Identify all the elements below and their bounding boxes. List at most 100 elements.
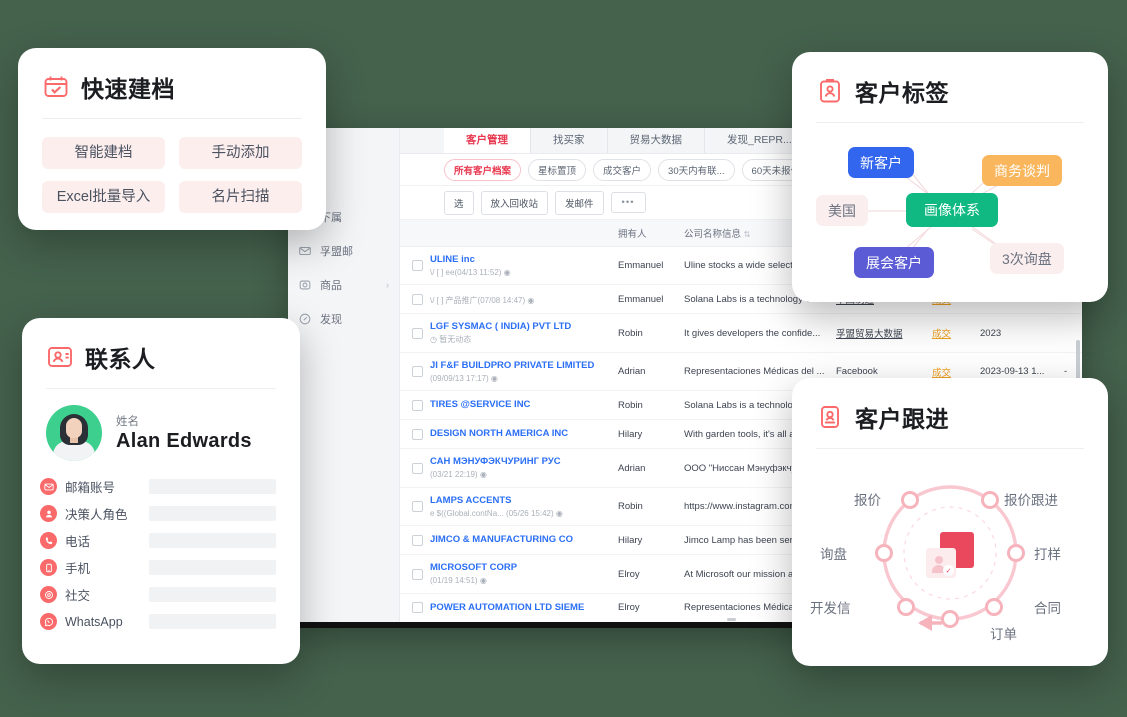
contact-field-row[interactable]: 电话	[40, 527, 276, 554]
header-owner: 拥有人	[614, 220, 680, 247]
follow-step-quote-followup[interactable]: 报价跟进	[1004, 489, 1058, 509]
row-company-name[interactable]: DESIGN NORTH AMERICA INC	[430, 428, 610, 440]
row-company-cell[interactable]: MICROSOFT CORP (01/19 14:51) ◉	[426, 554, 614, 594]
row-owner: Emmanuel	[614, 246, 680, 286]
row-checkbox-cell[interactable]	[400, 554, 426, 594]
follow-cycle-graph: 报价 报价跟进 询盘 打样 开发信 合同 订单 ✓	[792, 455, 1108, 655]
row-checkbox-cell[interactable]	[400, 246, 426, 286]
row-checkbox[interactable]	[412, 399, 423, 411]
row-company-cell[interactable]: LGF SYSMAC ( INDIA) PVT LTD ◷ 暂无动态	[426, 313, 614, 353]
row-owner: Robin	[614, 390, 680, 421]
sidebar-item-mail[interactable]: 孚盟邮	[288, 234, 399, 268]
row-company-cell[interactable]: DESIGN NORTH AMERICA INC	[426, 419, 614, 450]
row-checkbox[interactable]	[412, 327, 423, 339]
more-actions-button[interactable]: •••	[610, 192, 646, 213]
row-checkbox-cell[interactable]	[400, 313, 426, 353]
sidebar-item-product[interactable]: 商品 ›	[288, 268, 399, 302]
row-company-name[interactable]: ULINE inc	[430, 254, 610, 266]
contact-field-value[interactable]	[149, 560, 276, 575]
row-checkbox-cell[interactable]	[400, 284, 426, 315]
row-company-name[interactable]: POWER AUTOMATION LTD SIEME	[430, 602, 610, 614]
filter-chip-closed[interactable]: 成交客户	[593, 158, 652, 181]
row-checkbox[interactable]	[412, 293, 423, 305]
contact-card-icon	[46, 343, 74, 371]
row-company-cell[interactable]: САН МЭНУФЭКЧУРИНГ РУС (03/21 22:19) ◉	[426, 448, 614, 488]
filter-chip-starred[interactable]: 星标置顶	[528, 158, 587, 181]
row-company-name[interactable]: JI F&F BUILDPRO PRIVATE LIMITED	[430, 360, 610, 372]
table-row[interactable]: LGF SYSMAC ( INDIA) PVT LTD ◷ 暂无动态 Robin It…	[400, 313, 1082, 353]
tag-graph: 新客户 商务谈判 美国 画像体系 展会客户 3次询盘	[810, 133, 1090, 293]
contact-field-list: 邮箱账号 决策人角色 电话 手机 社交 WhatsApp	[22, 461, 300, 635]
customer-tags-header: 客户标签	[792, 52, 1108, 108]
row-checkbox-cell[interactable]	[400, 448, 426, 488]
row-checkbox-cell[interactable]	[400, 419, 426, 450]
contact-field-row[interactable]: 邮箱账号	[40, 473, 276, 500]
row-company-name[interactable]: САН МЭНУФЭКЧУРИНГ РУС	[430, 456, 610, 468]
contact-field-value[interactable]	[149, 479, 276, 494]
row-company-cell[interactable]: ULINE inc \/ [ ] ee(04/13 11:52) ◉	[426, 246, 614, 286]
row-checkbox[interactable]	[412, 366, 423, 378]
follow-step-quote[interactable]: 报价	[854, 489, 881, 509]
tab-trade-bigdata[interactable]: 贸易大数据	[608, 128, 705, 153]
customer-tags-card: 客户标签 新客户 商务谈判 美国 画像体系 展会客户 3次询盘	[792, 52, 1108, 302]
tag-new-customer[interactable]: 新客户	[848, 147, 914, 178]
row-company-cell[interactable]: JI F&F BUILDPRO PRIVATE LIMITED (09/09/13…	[426, 352, 614, 392]
row-checkbox[interactable]	[412, 534, 423, 546]
contact-field-row[interactable]: WhatsApp	[40, 608, 276, 635]
move-to-trash-button[interactable]: 放入回收站	[480, 190, 549, 215]
select-button[interactable]: 选	[444, 190, 474, 215]
tag-profile-system[interactable]: 画像体系	[906, 193, 998, 227]
row-company-name[interactable]: MICROSOFT CORP	[430, 562, 610, 574]
manual-add-button[interactable]: 手动添加	[179, 137, 302, 169]
contact-field-row[interactable]: 社交	[40, 581, 276, 608]
row-checkbox-cell[interactable]	[400, 352, 426, 392]
smart-archive-button[interactable]: 智能建档	[42, 137, 165, 169]
row-checkbox-cell[interactable]	[400, 525, 426, 556]
row-company-name[interactable]: TIRES @SERVICE INC	[430, 399, 610, 411]
sidebar-item-discover[interactable]: 发现	[288, 302, 399, 336]
contact-field-value[interactable]	[149, 533, 276, 548]
follow-step-contract[interactable]: 合同	[1034, 597, 1061, 617]
row-company-name[interactable]: LGF SYSMAC ( INDIA) PVT LTD	[430, 321, 610, 333]
row-checkbox[interactable]	[412, 462, 423, 474]
row-checkbox-cell[interactable]	[400, 487, 426, 527]
card-scan-button[interactable]: 名片扫描	[179, 181, 302, 213]
tag-exhibition-customer[interactable]: 展会客户	[854, 247, 934, 278]
row-company-name[interactable]: JIMCO & MANUFACTURING CO	[430, 534, 610, 546]
divider	[816, 122, 1084, 123]
row-checkbox[interactable]	[412, 568, 423, 580]
tag-business-negotiation[interactable]: 商务谈判	[982, 155, 1062, 186]
follow-step-sampling[interactable]: 打样	[1034, 543, 1061, 563]
social-icon	[40, 586, 57, 603]
tab-customer-management[interactable]: 客户管理	[444, 128, 531, 153]
sort-icon[interactable]: ⇅	[744, 230, 751, 239]
filter-chip-contacted-30d[interactable]: 30天内有联...	[658, 158, 735, 181]
tag-usa[interactable]: 美国	[816, 195, 868, 226]
contact-field-row[interactable]: 决策人角色	[40, 500, 276, 527]
row-checkbox[interactable]	[412, 602, 423, 614]
id-badge-icon	[816, 77, 844, 105]
row-company-cell[interactable]: JIMCO & MANUFACTURING CO	[426, 525, 614, 556]
tab-find-buyers[interactable]: 找买家	[531, 128, 608, 153]
row-checkbox[interactable]	[412, 428, 423, 440]
filter-chip-all-archives[interactable]: 所有客户档案	[444, 158, 522, 181]
excel-import-button[interactable]: Excel批量导入	[42, 181, 165, 213]
row-checkbox[interactable]	[412, 260, 423, 272]
tag-three-inquiries[interactable]: 3次询盘	[990, 243, 1064, 274]
follow-step-order[interactable]: 订单	[990, 623, 1017, 643]
contact-field-row[interactable]: 手机	[40, 554, 276, 581]
row-owner: Elroy	[614, 554, 680, 594]
follow-step-inquiry[interactable]: 询盘	[820, 543, 847, 563]
row-company-cell[interactable]: \/ [ ] 产品推广(07/08 14:47) ◉	[426, 284, 614, 315]
send-email-button[interactable]: 发邮件	[555, 190, 604, 215]
row-company-cell[interactable]: TIRES @SERVICE INC	[426, 390, 614, 421]
contact-field-value[interactable]	[149, 614, 276, 629]
contact-field-value[interactable]	[149, 506, 276, 521]
row-company-cell[interactable]: LAMPS ACCENTS e $((Global.contNa... (05/2…	[426, 487, 614, 527]
follow-step-dev-letter[interactable]: 开发信	[810, 597, 851, 617]
contact-field-value[interactable]	[149, 587, 276, 602]
row-company-name[interactable]: LAMPS ACCENTS	[430, 495, 610, 507]
row-checkbox-cell[interactable]	[400, 390, 426, 421]
person-badge-icon	[816, 403, 844, 431]
row-checkbox[interactable]	[412, 501, 423, 513]
